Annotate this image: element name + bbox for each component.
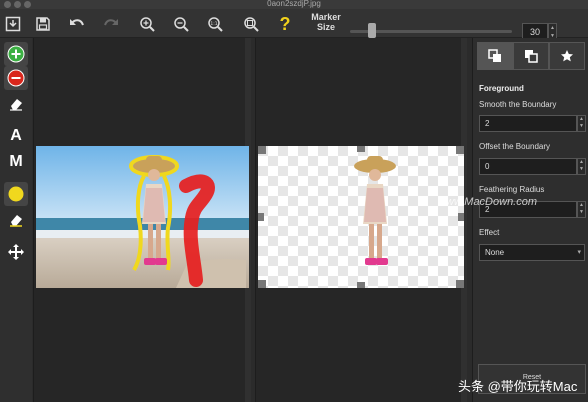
help-icon: ?	[279, 13, 291, 34]
favorites-star-icon	[561, 50, 573, 62]
marker-size-label: Marker Size	[308, 12, 344, 32]
smooth-boundary-field[interactable]: 2	[479, 115, 577, 132]
source-photo[interactable]	[36, 146, 249, 288]
effect-label: Effect	[479, 228, 500, 237]
undo-button[interactable]	[66, 13, 88, 35]
title-bar: 0aon2szdjP.jpg	[0, 0, 588, 9]
add-foreground-tool[interactable]	[4, 42, 28, 66]
letter-a-icon: A	[10, 127, 22, 144]
help-button[interactable]: ?	[274, 13, 296, 35]
feathering-radius-stepper[interactable]: ▲ ▼	[577, 201, 586, 218]
crop-handle-br	[456, 280, 464, 288]
effect-select-value: None	[485, 248, 505, 257]
tool-palette: A M	[0, 38, 32, 402]
save-button[interactable]	[32, 13, 54, 35]
move-arrows-icon	[8, 244, 24, 260]
crop-handle-bl	[258, 280, 266, 288]
author-watermark: 头条 @带你玩转Mac	[458, 379, 578, 394]
eraser-icon	[10, 99, 22, 111]
marker-label-line2: Size	[316, 22, 335, 32]
eraser-icon	[10, 215, 22, 227]
tab-favorites[interactable]	[549, 42, 585, 70]
crop-handle-top	[357, 146, 365, 152]
crop-handle-tl	[258, 146, 266, 154]
source-canvas-pane[interactable]	[33, 38, 251, 402]
zoom-actual-button[interactable]: 1:1	[204, 13, 226, 35]
app-window: 0aon2szdjP.jpg 1:1 ? Marker Size 30 ▲ ▼ …	[0, 0, 588, 402]
eraser-tool[interactable]	[4, 92, 28, 116]
panel-tabs	[477, 42, 585, 70]
minus-circle-icon	[7, 69, 25, 87]
foreground-layer-icon	[488, 49, 501, 62]
marker-color-tool[interactable]	[4, 182, 28, 206]
save-icon	[36, 17, 50, 31]
result-preview[interactable]	[258, 146, 464, 288]
undo-icon	[70, 19, 84, 26]
plus-circle-icon	[7, 45, 25, 63]
tab-foreground[interactable]	[477, 42, 513, 70]
crop-handle-bottom	[357, 282, 365, 288]
zoom-fit-button[interactable]	[240, 13, 262, 35]
feathering-radius-label: Feathering Radius	[479, 185, 545, 194]
marker-label-line1: Marker	[311, 12, 341, 22]
yellow-dot-icon	[8, 186, 24, 202]
result-canvas-pane[interactable]	[255, 38, 467, 402]
marker-eraser-tool[interactable]	[4, 208, 28, 232]
crop-handle-right	[458, 213, 464, 221]
zoom-out-icon	[174, 17, 189, 32]
smooth-boundary-stepper[interactable]: ▲ ▼	[577, 115, 586, 132]
zoom-in-button[interactable]	[136, 13, 158, 35]
offset-boundary-stepper[interactable]: ▲ ▼	[577, 158, 586, 175]
open-button[interactable]	[2, 13, 24, 35]
offset-boundary-label: Offset the Boundary	[479, 142, 551, 151]
smooth-boundary-label: Smooth the Boundary	[479, 100, 557, 109]
background-layer-icon	[525, 50, 538, 63]
foreground-section-title: Foreground	[479, 84, 524, 93]
crop-handle-left	[258, 213, 264, 221]
move-tool[interactable]	[4, 240, 28, 264]
zoom-in-icon	[140, 17, 155, 32]
chevron-down-icon: ▾	[577, 249, 581, 256]
open-icon	[5, 16, 21, 32]
redo-icon	[104, 19, 118, 26]
toolbar: 1:1 ? Marker Size 30 ▲ ▼	[0, 9, 588, 41]
marker-size-slider-thumb[interactable]	[368, 23, 377, 38]
macdown-watermark: www.MacDown.com	[438, 196, 538, 208]
text-tool-m[interactable]: M	[4, 150, 28, 174]
window-title: 0aon2szdjP.jpg	[267, 0, 321, 8]
text-tool-a[interactable]: A	[4, 124, 28, 148]
zoom-out-button[interactable]	[170, 13, 192, 35]
properties-panel: Foreground Smooth the Boundary 2 ▲ ▼ Offs…	[472, 38, 588, 402]
offset-boundary-field[interactable]: 0	[479, 158, 577, 175]
effect-select[interactable]: None ▾	[479, 244, 585, 261]
tab-background[interactable]	[513, 42, 549, 70]
redo-button[interactable]	[100, 13, 122, 35]
svg-text:1:1: 1:1	[210, 21, 217, 27]
zoom-fit-icon	[244, 17, 259, 32]
zoom-actual-icon: 1:1	[208, 17, 223, 32]
letter-m-icon: M	[9, 153, 23, 170]
remove-background-tool[interactable]	[4, 66, 28, 90]
crop-handle-tr	[456, 146, 464, 154]
